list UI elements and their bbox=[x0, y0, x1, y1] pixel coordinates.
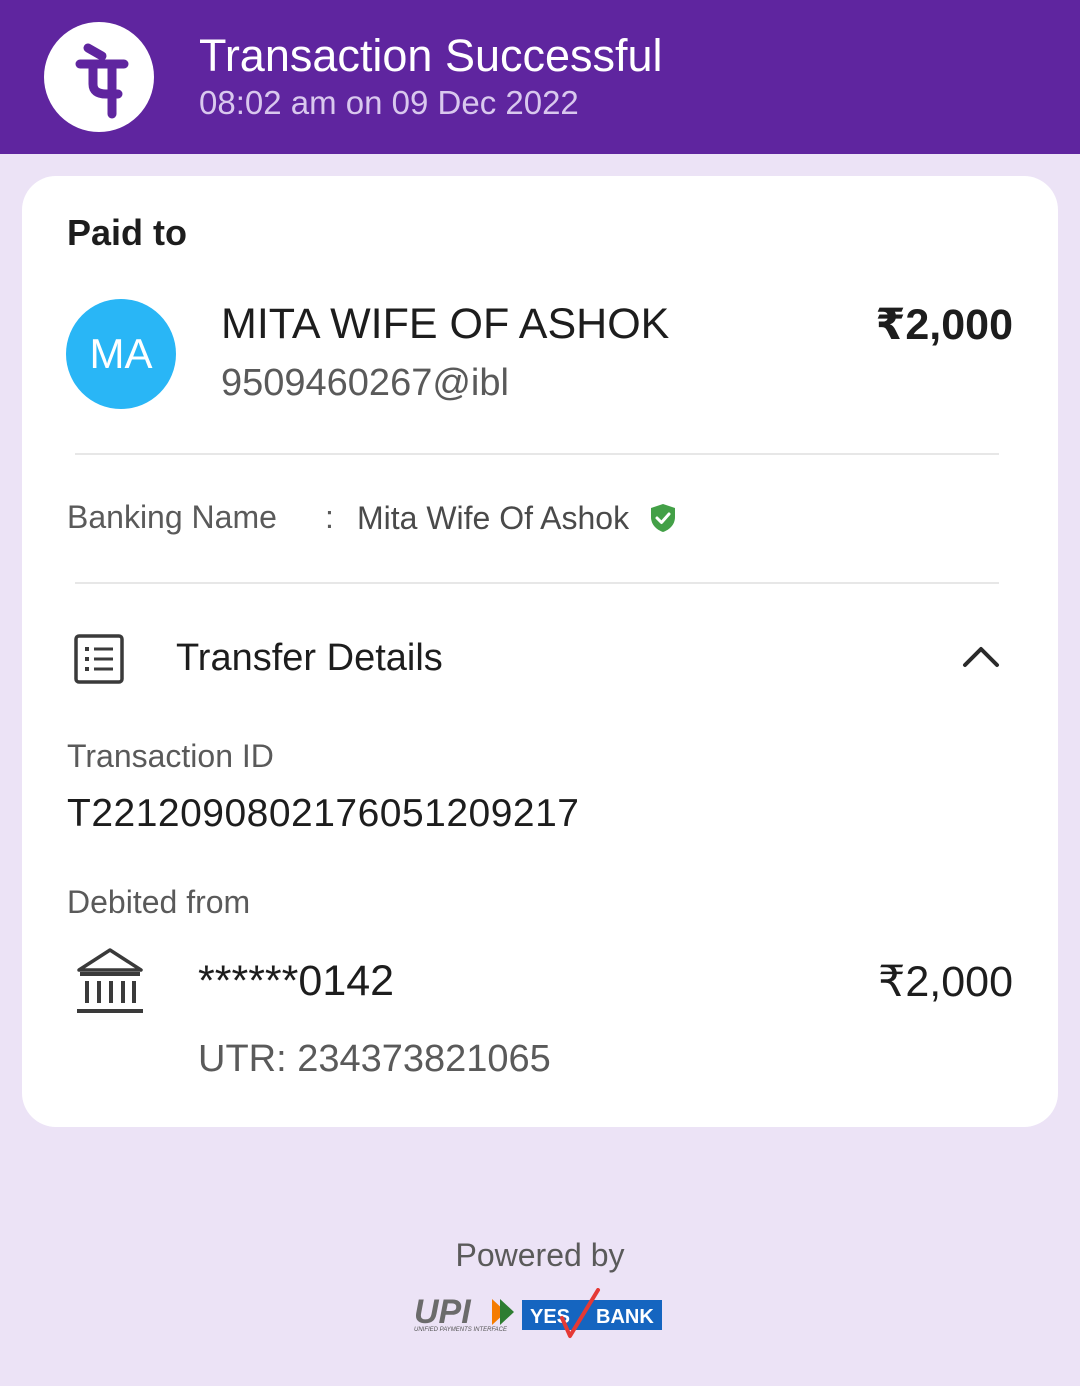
svg-text:UPI: UPI bbox=[414, 1293, 472, 1331]
debited-from-label: Debited from bbox=[67, 884, 251, 920]
divider bbox=[75, 582, 999, 584]
svg-text:UNIFIED PAYMENTS INTERFACE: UNIFIED PAYMENTS INTERFACE bbox=[414, 1327, 508, 1333]
transfer-details-title[interactable]: Transfer Details bbox=[176, 637, 443, 680]
transaction-timestamp: 08:02 am on 09 Dec 2022 bbox=[199, 84, 579, 121]
transaction-card: Paid to MA MITA WIFE OF ASHOK 9509460267… bbox=[22, 176, 1058, 1127]
receipt-list-icon bbox=[74, 634, 124, 689]
paid-to-label: Paid to bbox=[67, 212, 188, 253]
svg-text:BANK: BANK bbox=[596, 1306, 654, 1328]
verified-shield-icon bbox=[650, 503, 676, 538]
divider bbox=[75, 453, 999, 455]
transaction-id-value: T2212090802176051209217 bbox=[67, 792, 580, 835]
powered-by-label: Powered by bbox=[455, 1237, 625, 1273]
banking-name-separator: : bbox=[325, 499, 334, 535]
debited-account-number: ******0142 bbox=[198, 957, 395, 1005]
chevron-up-icon[interactable] bbox=[962, 644, 1000, 675]
phonepe-logo-icon bbox=[44, 22, 154, 132]
debited-amount: ₹2,000 bbox=[878, 958, 1013, 1006]
header-bar: Transaction Successful 08:02 am on 09 De… bbox=[0, 0, 1080, 154]
transaction-id-label: Transaction ID bbox=[67, 738, 274, 774]
yes-bank-logo-icon: YES BANK bbox=[522, 1288, 664, 1347]
paid-amount: ₹2,000 bbox=[875, 301, 1013, 349]
transaction-status-title: Transaction Successful bbox=[199, 30, 663, 81]
avatar: MA bbox=[66, 299, 176, 409]
utr-number: UTR: 234373821065 bbox=[198, 1038, 551, 1080]
payee-upi-id: 9509460267@ibl bbox=[221, 362, 509, 404]
upi-logo-icon: UPI UNIFIED PAYMENTS INTERFACE bbox=[412, 1293, 516, 1338]
banking-name-label: Banking Name bbox=[67, 499, 277, 535]
bank-icon bbox=[76, 946, 144, 1021]
banking-name-value: Mita Wife Of Ashok bbox=[357, 500, 630, 536]
payee-name: MITA WIFE OF ASHOK bbox=[221, 300, 670, 348]
